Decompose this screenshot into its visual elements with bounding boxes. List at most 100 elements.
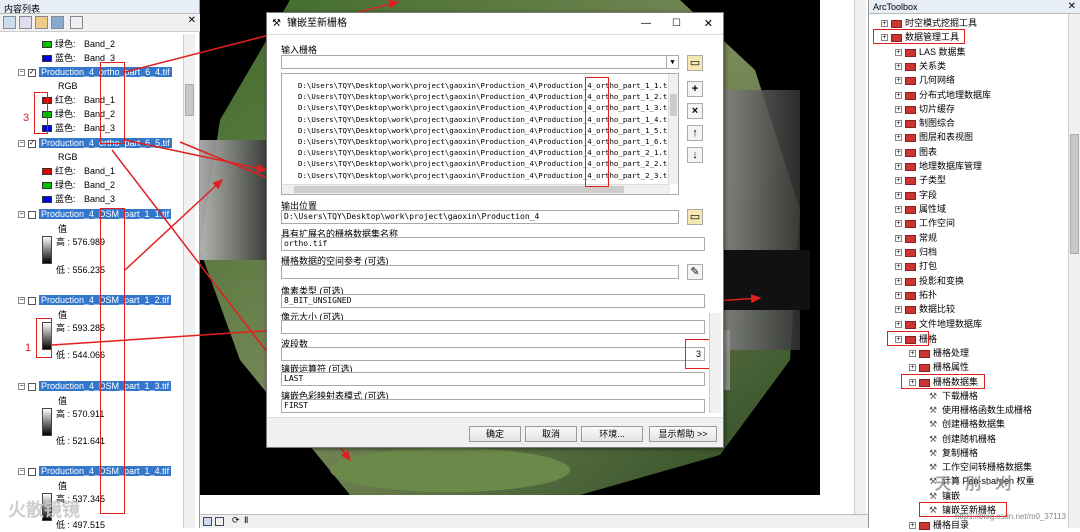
toolbox-toolset[interactable]: + 文件地理数据库 xyxy=(895,317,982,331)
toolbox-toolset[interactable]: + 拓扑 xyxy=(895,288,937,302)
input-raster-item[interactable]: D:\Users\TQY\Desktop\work\project\gaoxin… xyxy=(298,136,676,147)
input-raster-item[interactable]: D:\Users\TQY\Desktop\work\project\gaoxin… xyxy=(298,102,676,113)
browse-folder-icon[interactable]: ▭ xyxy=(687,209,703,225)
expand-icon[interactable]: + xyxy=(895,306,902,314)
toolbox-icon xyxy=(905,234,916,243)
expand-icon[interactable]: + xyxy=(895,49,902,57)
input-list-scrollbar[interactable] xyxy=(668,74,678,184)
expand-icon[interactable]: + xyxy=(909,350,916,358)
cancel-button[interactable]: 取消 xyxy=(525,426,577,442)
mosaic-operator-select[interactable]: LAST xyxy=(281,372,705,386)
toolbox-toolset[interactable]: + 常规 xyxy=(895,231,937,245)
input-raster-item[interactable]: D:\Users\TQY\Desktop\work\project\gaoxin… xyxy=(298,147,676,158)
toolbox-toolset[interactable]: + 工作空间 xyxy=(895,216,955,230)
input-raster-item[interactable]: D:\Users\TQY\Desktop\work\project\gaoxin… xyxy=(298,170,676,181)
toolbox-toolset[interactable]: + 地理数据库管理 xyxy=(895,159,982,173)
toolbox-toolset[interactable]: + 图表 xyxy=(895,145,937,159)
toolbox-tool[interactable]: ⚒ 创建栅格数据集 xyxy=(929,417,1005,431)
expand-icon[interactable]: + xyxy=(895,220,902,228)
hammer-icon: ⚒ xyxy=(929,448,938,459)
move-up-icon[interactable]: ↑ xyxy=(687,125,703,141)
band-count-field[interactable]: 3 xyxy=(281,347,705,361)
expand-icon[interactable]: + xyxy=(909,522,916,530)
close-icon[interactable]: ✕ xyxy=(1068,1,1076,12)
toolbox-toolset[interactable]: + 栅格属性 xyxy=(909,360,969,374)
toolbox-toolset[interactable]: + 几何网络 xyxy=(895,73,955,87)
input-list-scrollbar-thumb[interactable] xyxy=(670,94,677,116)
minimize-icon[interactable]: — xyxy=(641,13,651,35)
expand-icon[interactable]: + xyxy=(895,249,902,257)
expand-icon[interactable]: + xyxy=(895,292,902,300)
toolbox-item-label: 栅格目录 xyxy=(933,520,970,530)
toolbox-toolset[interactable]: + 归档 xyxy=(895,245,937,259)
colormap-mode-select[interactable]: FIRST xyxy=(281,399,705,413)
toolbox-toolset[interactable]: + 时空模式挖掘工具 xyxy=(881,16,977,30)
toolbox-toolset[interactable]: + 数据比较 xyxy=(895,302,955,316)
toolbox-toolset[interactable]: + 打包 xyxy=(895,259,937,273)
spatial-reference-field[interactable] xyxy=(281,265,679,279)
pixel-type-select[interactable]: 8_BIT_UNSIGNED xyxy=(281,294,705,308)
input-raster-item[interactable]: D:\Users\TQY\Desktop\work\project\gaoxin… xyxy=(298,158,676,169)
remove-icon[interactable]: × xyxy=(687,103,703,119)
expand-icon[interactable]: + xyxy=(895,163,902,171)
input-raster-item[interactable]: D:\Users\TQY\Desktop\work\project\gaoxin… xyxy=(298,91,676,102)
expand-icon[interactable]: + xyxy=(895,120,902,128)
raster-name-field[interactable]: ortho.tif xyxy=(281,237,705,251)
expand-icon[interactable]: + xyxy=(881,20,888,28)
expand-icon[interactable]: + xyxy=(895,206,902,214)
expand-icon[interactable]: + xyxy=(895,63,902,71)
expand-icon[interactable]: + xyxy=(895,92,902,100)
toolbox-toolset[interactable]: + 分布式地理数据库 xyxy=(895,88,991,102)
show-help-button[interactable]: 显示帮助 >> xyxy=(649,426,717,442)
toolbox-toolset[interactable]: + 投影和变换 xyxy=(895,274,964,288)
input-rasters-dropdown[interactable]: ▼ xyxy=(281,55,679,69)
input-raster-item[interactable]: D:\Users\TQY\Desktop\work\project\gaoxin… xyxy=(298,125,676,136)
toolbox-tool[interactable]: ⚒ 使用栅格函数生成栅格 xyxy=(929,403,1032,417)
expand-icon[interactable]: + xyxy=(895,235,902,243)
input-rasters-list[interactable]: D:\Users\TQY\Desktop\work\project\gaoxin… xyxy=(281,73,679,195)
spatial-reference-icon[interactable]: ✎ xyxy=(687,264,703,280)
expand-icon[interactable]: + xyxy=(895,278,902,286)
expand-icon[interactable]: + xyxy=(895,177,902,185)
toolbox-scrollbar[interactable] xyxy=(1068,14,1080,528)
toolbox-icon xyxy=(905,277,916,286)
input-raster-item[interactable]: D:\Users\TQY\Desktop\work\project\gaoxin… xyxy=(298,80,676,91)
maximize-icon[interactable]: ☐ xyxy=(672,13,681,35)
toolbox-toolset[interactable]: + 子类型 xyxy=(895,173,946,187)
dialog-titlebar[interactable]: ⚒ 镶嵌至新栅格 — ☐ ✕ xyxy=(267,13,723,35)
input-raster-item[interactable]: D:\Users\TQY\Desktop\work\project\gaoxin… xyxy=(298,114,676,125)
output-location-field[interactable]: D:\Users\TQY\Desktop\work\project\gaoxin… xyxy=(281,210,679,224)
toolbox-icon xyxy=(905,262,916,271)
toolbox-toolset[interactable]: + 栅格处理 xyxy=(909,346,969,360)
chevron-down-icon[interactable]: ▼ xyxy=(666,56,678,68)
expand-icon[interactable]: + xyxy=(909,364,916,372)
expand-icon[interactable]: + xyxy=(895,321,902,329)
close-icon[interactable]: ✕ xyxy=(704,13,713,35)
expand-icon[interactable]: + xyxy=(895,192,902,200)
input-list-hscrollbar[interactable] xyxy=(282,184,670,194)
ok-button[interactable]: 确定 xyxy=(469,426,521,442)
toolbox-toolset[interactable]: + 字段 xyxy=(895,188,937,202)
input-list-hscrollbar-thumb[interactable] xyxy=(294,186,624,193)
toolbox-scrollbar-thumb[interactable] xyxy=(1070,134,1079,254)
environments-button[interactable]: 环境... xyxy=(581,426,643,442)
toolbox-tool[interactable]: ⚒ 创建随机栅格 xyxy=(929,432,996,446)
expand-icon[interactable]: + xyxy=(895,77,902,85)
toolbox-tool[interactable]: ⚒ 复制栅格 xyxy=(929,446,978,460)
toolbox-toolset[interactable]: + 关系类 xyxy=(895,59,946,73)
toolbox-tool[interactable]: ⚒ 下载栅格 xyxy=(929,389,978,403)
move-down-icon[interactable]: ↓ xyxy=(687,147,703,163)
add-icon[interactable]: + xyxy=(687,81,703,97)
toolbox-toolset[interactable]: + 切片缓存 xyxy=(895,102,955,116)
expand-icon[interactable]: + xyxy=(895,263,902,271)
expand-icon[interactable]: + xyxy=(895,106,902,114)
cell-size-field[interactable] xyxy=(281,320,705,334)
browse-folder-icon[interactable]: ▭ xyxy=(687,55,703,71)
dialog-scrollbar[interactable] xyxy=(709,313,721,413)
toolbox-toolset[interactable]: + 图层和表视图 xyxy=(895,130,973,144)
toolbox-toolset[interactable]: + 制图综合 xyxy=(895,116,955,130)
toolbox-toolset[interactable]: + LAS 数据集 xyxy=(895,45,966,59)
expand-icon[interactable]: + xyxy=(895,134,902,142)
expand-icon[interactable]: + xyxy=(895,149,902,157)
toolbox-toolset[interactable]: + 属性域 xyxy=(895,202,946,216)
